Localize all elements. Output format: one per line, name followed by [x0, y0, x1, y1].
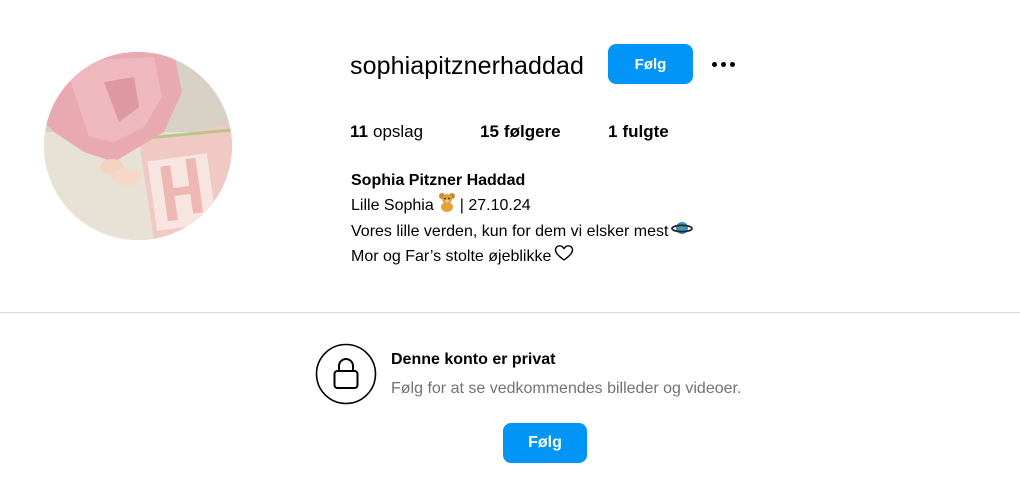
profile-stats: 11 opslag 15 følgere 1 fulgte — [350, 121, 669, 143]
bio-line-3-text: Mor og Far’s stolte øjeblikke — [351, 248, 552, 265]
avatar-image — [44, 52, 232, 240]
more-options-icon[interactable] — [706, 52, 740, 76]
followers-label: følgere — [503, 122, 561, 141]
following-count: 1 — [608, 122, 618, 141]
posts-count: 11 — [350, 122, 368, 141]
bio-line-3: Mor og Far’s stolte øjeblikke — [351, 244, 696, 269]
private-account-subtitle: Følg for at se vedkommendes billeder og … — [391, 380, 742, 397]
globe-ring-icon — [671, 219, 694, 244]
bio: Sophia Pitzner Haddad Lille Sophia | 27.… — [351, 169, 696, 269]
profile-page: sophiapitznerhaddad Følg 11 opslag 15 fø… — [0, 0, 1020, 477]
avatar[interactable] — [44, 52, 232, 240]
posts-label: opslag — [372, 122, 424, 141]
username: sophiapitznerhaddad — [350, 52, 585, 80]
more-dot — [720, 61, 726, 67]
more-dot — [711, 61, 717, 67]
bio-line-1: Lille Sophia | 27.10.24 — [351, 192, 696, 219]
follow-button-bottom[interactable]: Følg — [503, 423, 587, 463]
bio-line-2: Vores lille verden, kun for dem vi elske… — [351, 219, 696, 244]
bio-line-1-text: Lille Sophia — [351, 197, 434, 214]
section-divider — [0, 312, 1020, 313]
teddy-bear-icon — [437, 192, 457, 219]
more-dot — [729, 61, 735, 67]
followers-count: 15 — [480, 122, 499, 141]
private-account-title: Denne konto er privat — [391, 351, 556, 368]
bio-full-name: Sophia Pitzner Haddad — [351, 172, 526, 189]
bio-line-2-text: Vores lille verden, kun for dem vi elske… — [351, 223, 669, 240]
following-label: fulgte — [622, 122, 669, 141]
stat-followers[interactable]: 15 følgere — [480, 121, 608, 143]
lock-icon — [315, 343, 377, 405]
stat-following[interactable]: 1 fulgte — [608, 121, 669, 143]
follow-button[interactable]: Følg — [608, 44, 693, 84]
bio-line-1-date: | 27.10.24 — [459, 197, 531, 214]
heart-icon — [554, 244, 574, 269]
stat-posts: 11 opslag — [350, 121, 480, 143]
